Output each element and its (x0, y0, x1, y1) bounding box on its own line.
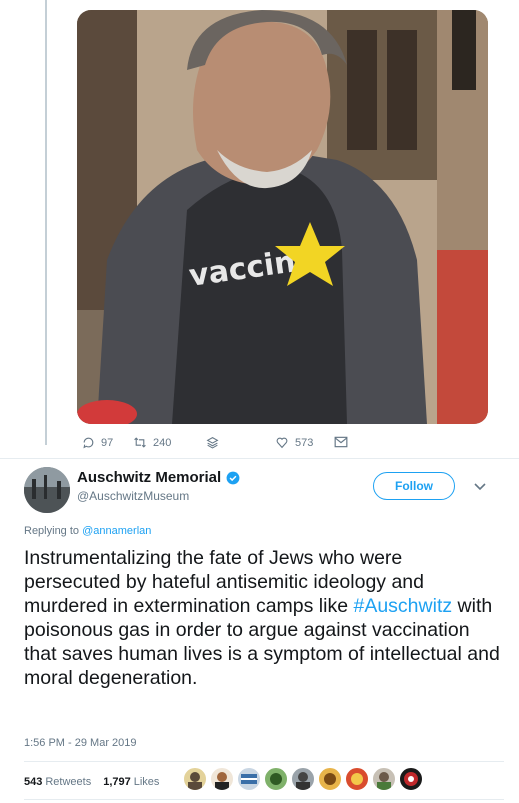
reply-button[interactable]: 97 (82, 436, 113, 449)
tweet-timestamp[interactable]: 1:56 PM - 29 Mar 2019 (24, 737, 137, 749)
tweet-photo[interactable]: vaccina (77, 10, 488, 424)
liker-avatar[interactable] (318, 767, 342, 791)
retweet-icon (134, 437, 146, 448)
author-name[interactable]: Auschwitz Memorial (77, 469, 240, 486)
retweet-button[interactable]: 240 (133, 436, 171, 449)
reply-count: 97 (101, 436, 114, 449)
liker-avatars (183, 767, 426, 791)
avatar-image (24, 467, 70, 513)
liker-avatar[interactable] (372, 767, 396, 791)
verified-badge-icon (226, 471, 240, 484)
replying-handle-link[interactable]: @annamerlan (82, 525, 151, 537)
photo-protester-yellow-star: vaccina (77, 10, 488, 424)
like-count: 573 (295, 436, 314, 449)
likes-label[interactable]: Likes (134, 776, 160, 788)
reply-icon (83, 437, 94, 449)
liker-avatar[interactable] (264, 767, 288, 791)
divider (24, 761, 504, 762)
tweet-text: Instrumentalizing the fate of Jews who w… (24, 546, 504, 690)
envelope-icon (334, 436, 348, 448)
divider (0, 458, 519, 459)
liker-avatar[interactable] (210, 767, 234, 791)
chevron-down-icon[interactable] (474, 483, 486, 491)
liker-avatar[interactable] (399, 767, 423, 791)
follow-button[interactable]: Follow (373, 472, 455, 500)
avatar[interactable] (24, 467, 70, 513)
likes-count[interactable]: 1,797 (103, 776, 131, 788)
retweets-count[interactable]: 543 (24, 776, 42, 788)
tweet-action-bar: 97 240 573 (0, 436, 519, 456)
author-display-name: Auschwitz Memorial (77, 469, 222, 486)
retweet-count: 240 (153, 436, 172, 449)
hashtag-link[interactable]: #Auschwitz (353, 595, 452, 617)
embed-button[interactable] (206, 436, 225, 449)
liker-avatar[interactable] (291, 767, 315, 791)
direct-message-button[interactable] (334, 436, 354, 448)
layers-icon (206, 437, 219, 449)
like-button[interactable]: 573 (275, 436, 313, 449)
replying-to: Replying to @annamerlan (24, 525, 151, 537)
author-handle[interactable]: @AuschwitzMuseum (77, 489, 189, 503)
liker-avatar[interactable] (183, 767, 207, 791)
thread-connector-line (45, 0, 47, 445)
liker-avatar[interactable] (345, 767, 369, 791)
heart-icon (276, 437, 288, 449)
retweets-label[interactable]: Retweets (45, 776, 91, 788)
replying-prefix: Replying to (24, 525, 80, 537)
engagement-stats: 543 Retweets 1,797 Likes (24, 776, 159, 788)
divider (24, 799, 504, 800)
liker-avatar[interactable] (237, 767, 261, 791)
